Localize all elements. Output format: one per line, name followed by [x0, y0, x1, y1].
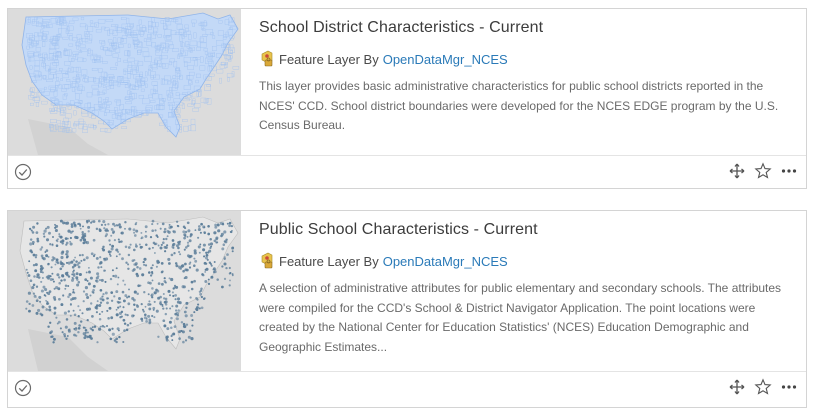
item-card: Public School Characteristics - Current …	[7, 210, 807, 408]
item-content: School District Characteristics - Curren…	[241, 9, 806, 155]
check-circle-icon[interactable]	[14, 379, 32, 397]
item-card-body: School District Characteristics - Curren…	[8, 9, 806, 156]
more-icon[interactable]	[780, 378, 798, 396]
item-meta: Feature Layer By OpenDataMgr_NCES	[259, 50, 790, 68]
item-actions	[728, 162, 798, 180]
feature-layer-icon	[259, 252, 275, 270]
move-icon[interactable]	[728, 162, 746, 180]
item-title[interactable]: School District Characteristics - Curren…	[259, 19, 790, 37]
item-content: Public School Characteristics - Current …	[241, 211, 806, 371]
star-icon[interactable]	[754, 378, 772, 396]
school-points-map-icon	[8, 211, 241, 371]
district-map-icon	[8, 9, 241, 155]
check-circle-icon[interactable]	[14, 163, 32, 181]
item-owner-link[interactable]: OpenDataMgr_NCES	[383, 52, 508, 67]
more-icon[interactable]	[780, 162, 798, 180]
item-type-label: Feature Layer By	[279, 51, 379, 67]
feature-layer-icon	[259, 50, 275, 68]
item-description: A selection of administrative attributes…	[259, 281, 782, 354]
item-owner-link[interactable]: OpenDataMgr_NCES	[383, 254, 508, 269]
item-card-footer	[8, 372, 806, 405]
item-thumbnail-district-map[interactable]	[8, 9, 241, 155]
item-actions	[728, 378, 798, 396]
item-title[interactable]: Public School Characteristics - Current	[259, 221, 790, 239]
star-icon[interactable]	[754, 162, 772, 180]
item-thumbnail-school-points-map[interactable]	[8, 211, 241, 371]
item-card: School District Characteristics - Curren…	[7, 8, 807, 189]
item-card-footer	[8, 156, 806, 189]
item-meta: Feature Layer By OpenDataMgr_NCES	[259, 252, 790, 270]
item-card-body: Public School Characteristics - Current …	[8, 211, 806, 372]
item-description: This layer provides basic administrative…	[259, 79, 779, 132]
item-type-label: Feature Layer By	[279, 253, 379, 269]
move-icon[interactable]	[728, 378, 746, 396]
